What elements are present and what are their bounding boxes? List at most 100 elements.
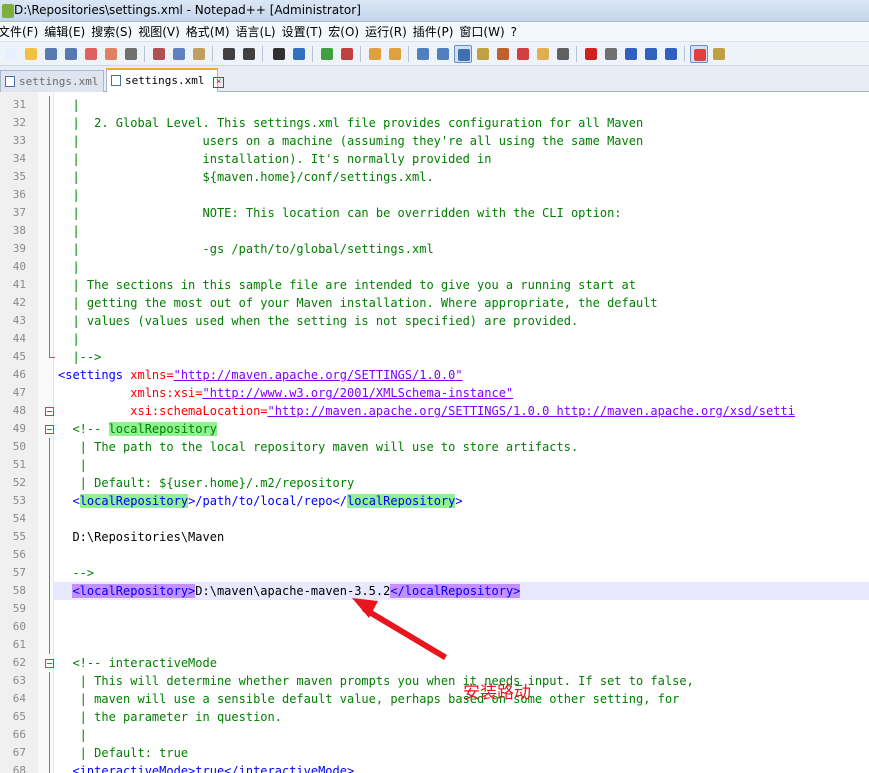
code-line[interactable]: 51 | xyxy=(0,456,869,474)
menu-search[interactable]: 搜索(S) xyxy=(91,23,138,40)
tab-settings-xml-inactive[interactable]: settings.xml × xyxy=(0,70,119,92)
run-macro-multiple-icon[interactable] xyxy=(642,45,660,63)
menu-view[interactable]: 视图(V) xyxy=(138,23,186,40)
function-list-icon[interactable] xyxy=(514,45,532,63)
menu-settings[interactable]: 设置(T) xyxy=(282,23,329,40)
code-line[interactable]: 60 xyxy=(0,618,869,636)
code-line[interactable]: 44 | xyxy=(0,330,869,348)
code-line[interactable]: 65 | the parameter in question. xyxy=(0,708,869,726)
code-line[interactable]: 36 | xyxy=(0,186,869,204)
code-line[interactable]: 47 xmlns:xsi="http://www.w3.org/2001/XML… xyxy=(0,384,869,402)
cut-icon[interactable] xyxy=(150,45,168,63)
line-number: 34 xyxy=(12,152,26,165)
doc-map-icon[interactable] xyxy=(494,45,512,63)
code-line[interactable]: 39 | -gs /path/to/global/settings.xml xyxy=(0,240,869,258)
fold-toggle-icon[interactable] xyxy=(45,425,54,434)
paste-icon[interactable] xyxy=(190,45,208,63)
code-line[interactable]: 66 | xyxy=(0,726,869,744)
code-line[interactable]: 54 xyxy=(0,510,869,528)
code-line[interactable]: 50 | The path to the local repository ma… xyxy=(0,438,869,456)
udl-icon[interactable] xyxy=(474,45,492,63)
code-line[interactable]: 68 <interactiveMode>true</interactiveMod… xyxy=(0,762,869,773)
code-line[interactable]: 56 xyxy=(0,546,869,564)
redo-icon[interactable] xyxy=(240,45,258,63)
close-icon[interactable]: × xyxy=(213,77,225,88)
stop-recording-icon[interactable] xyxy=(602,45,620,63)
code-line[interactable]: 42 | getting the most out of your Maven … xyxy=(0,294,869,312)
plugin-icon[interactable] xyxy=(710,45,728,63)
code-line[interactable]: 31 | xyxy=(0,96,869,114)
window-title: D:\Repositories\settings.xml - Notepad++… xyxy=(14,3,361,17)
code-line[interactable]: 64 | maven will use a sensible default v… xyxy=(0,690,869,708)
toolbar-separator xyxy=(262,46,263,62)
line-number: 68 xyxy=(12,764,26,773)
fold-toggle-icon[interactable] xyxy=(45,659,54,668)
code-line[interactable]: 35 | ${maven.home}/conf/settings.xml. xyxy=(0,168,869,186)
close-all-icon[interactable] xyxy=(102,45,120,63)
print-icon[interactable] xyxy=(122,45,140,63)
playback-macro-icon[interactable] xyxy=(622,45,640,63)
code-line[interactable]: 45 |--> xyxy=(0,348,869,366)
code-line[interactable]: 53 <localRepository>/path/to/local/repo<… xyxy=(0,492,869,510)
menu-edit[interactable]: 编辑(E) xyxy=(44,23,91,40)
new-file-icon[interactable] xyxy=(2,45,20,63)
zoom-in-icon[interactable] xyxy=(318,45,336,63)
code-line[interactable]: 37 | NOTE: This location can be overridd… xyxy=(0,204,869,222)
code-line[interactable]: 57 --> xyxy=(0,564,869,582)
menu-window[interactable]: 窗口(W) xyxy=(459,23,510,40)
code-line[interactable]: 33 | users on a machine (assuming they'r… xyxy=(0,132,869,150)
code-line[interactable]: 40 | xyxy=(0,258,869,276)
sync-horizontal-icon[interactable] xyxy=(386,45,404,63)
code-line[interactable]: 62 <!-- interactiveMode xyxy=(0,654,869,672)
code-line[interactable]: 61 xyxy=(0,636,869,654)
code-text: D:\Repositories\Maven xyxy=(58,530,225,544)
show-all-chars-icon[interactable] xyxy=(434,45,452,63)
tab-settings-xml-active[interactable]: settings.xml × xyxy=(106,68,225,92)
menu-help[interactable]: ? xyxy=(511,25,523,39)
line-number: 32 xyxy=(12,116,26,129)
code-line[interactable]: 52 | Default: ${user.home}/.m2/repositor… xyxy=(0,474,869,492)
code-line[interactable]: 59 xyxy=(0,600,869,618)
monitoring-icon[interactable] xyxy=(554,45,572,63)
code-line[interactable]: 38 | xyxy=(0,222,869,240)
code-line[interactable]: 58 <localRepository>D:\maven\apache-mave… xyxy=(0,582,869,600)
line-number: 67 xyxy=(12,746,26,759)
menu-plugins[interactable]: 插件(P) xyxy=(413,23,460,40)
find-icon[interactable] xyxy=(270,45,288,63)
settings-schema-attribute: xsi:schemaLocation="http://maven.apache.… xyxy=(58,402,795,420)
sync-vertical-icon[interactable] xyxy=(366,45,384,63)
menu-run[interactable]: 运行(R) xyxy=(365,23,413,40)
close-file-icon[interactable] xyxy=(82,45,100,63)
code-line[interactable]: 32 | 2. Global Level. This settings.xml … xyxy=(0,114,869,132)
zoom-out-icon[interactable] xyxy=(338,45,356,63)
folder-workspace-icon[interactable] xyxy=(534,45,552,63)
save-all-icon[interactable] xyxy=(62,45,80,63)
copy-icon[interactable] xyxy=(170,45,188,63)
replace-icon[interactable] xyxy=(290,45,308,63)
indent-guide-icon[interactable] xyxy=(454,45,472,63)
code-line[interactable]: 63 | This will determine whether maven p… xyxy=(0,672,869,690)
code-line[interactable]: 55 D:\Repositories\Maven xyxy=(0,528,869,546)
fold-toggle-icon[interactable] xyxy=(45,407,54,416)
code-line[interactable]: 46 <settings xmlns="http://maven.apache.o… xyxy=(0,366,869,384)
fold-line xyxy=(49,240,50,258)
save-icon[interactable] xyxy=(42,45,60,63)
code-line[interactable]: 67 | Default: true xyxy=(0,744,869,762)
record-macro-icon[interactable] xyxy=(582,45,600,63)
code-line[interactable]: 41 | The sections in this sample file ar… xyxy=(0,276,869,294)
menu-macro[interactable]: 宏(O) xyxy=(328,23,365,40)
undo-icon[interactable] xyxy=(220,45,238,63)
editor[interactable]: 31 | 32 | 2. Global Level. This settings.… xyxy=(0,92,869,773)
code-line[interactable]: 34 | installation). It's normally provid… xyxy=(0,150,869,168)
menu-format[interactable]: 格式(M) xyxy=(186,23,236,40)
word-wrap-icon[interactable] xyxy=(414,45,432,63)
menu-file[interactable]: 文件(F) xyxy=(0,23,44,40)
open-file-icon[interactable] xyxy=(22,45,40,63)
code-text: | values (values used when the setting i… xyxy=(58,314,579,328)
spell-check-icon[interactable] xyxy=(690,45,708,63)
code-line[interactable]: 49 <!-- localRepository xyxy=(0,420,869,438)
code-line[interactable]: 48 xsi:schemaLocation="http://maven.apac… xyxy=(0,402,869,420)
save-macro-icon[interactable] xyxy=(662,45,680,63)
code-line[interactable]: 43 | values (values used when the settin… xyxy=(0,312,869,330)
menu-language[interactable]: 语言(L) xyxy=(236,23,282,40)
